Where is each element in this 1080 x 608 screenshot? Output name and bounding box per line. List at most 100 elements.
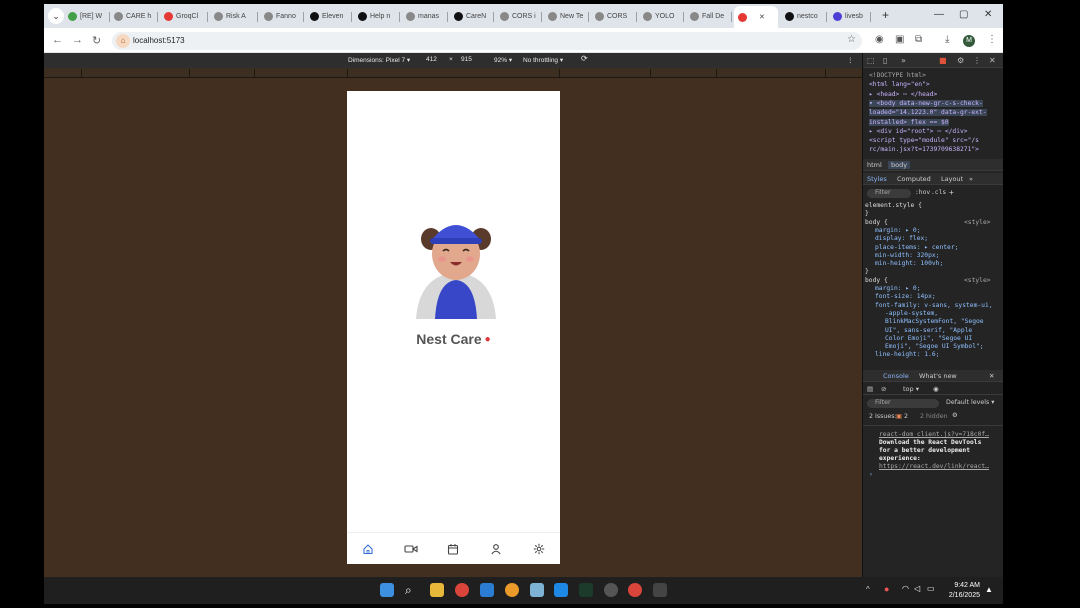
back-icon[interactable]: ← — [52, 34, 63, 46]
dom-node-line[interactable]: ▸ <div id="root"> ⋯ </div> — [869, 128, 968, 135]
devtools-more-icon[interactable]: ⋮ — [973, 56, 981, 65]
tab-computed[interactable]: Computed — [897, 175, 931, 183]
notes-extension-icon[interactable]: ▣ — [895, 34, 904, 45]
browser-tab[interactable]: livesb — [829, 7, 871, 26]
log-link[interactable]: https://react.dev/link/react… — [879, 463, 1002, 470]
vscode-icon[interactable] — [554, 583, 568, 597]
css-rule-line[interactable]: -apple-system, — [885, 310, 938, 317]
css-rule-line[interactable]: Emoji", "Segoe UI Symbol"; — [885, 343, 984, 350]
browser-tab[interactable]: ✕ — [734, 6, 778, 28]
css-rule-line[interactable]: element.style { — [865, 202, 922, 209]
sidebar-toggle-icon[interactable]: ▤ — [867, 385, 873, 393]
video-icon[interactable] — [404, 542, 418, 556]
dom-node-line[interactable]: <!DOCTYPE html> — [869, 72, 926, 79]
volume-icon[interactable]: ◁ — [914, 584, 920, 593]
css-rule-line[interactable]: font-family: v-sans, system-ui, — [875, 302, 993, 309]
dom-node-line[interactable]: ▾ <body data-new-gr-c-s-check- — [869, 99, 983, 107]
tab-console[interactable]: Console — [883, 372, 909, 380]
css-rule-line[interactable]: body { — [865, 277, 888, 284]
profile-avatar[interactable]: M — [963, 35, 975, 47]
browser-tab[interactable]: CARE h — [110, 7, 158, 26]
tab-styles[interactable]: Styles — [867, 175, 887, 183]
tab-more[interactable]: » — [969, 175, 973, 183]
crumb-body[interactable]: body — [888, 161, 911, 169]
chrome-canary-icon[interactable] — [505, 583, 519, 597]
levels-select[interactable]: Default levels ▾ — [946, 399, 994, 406]
notification-icon[interactable]: ▲ — [985, 585, 993, 594]
issue-badge-icon[interactable]: ▣ — [896, 413, 902, 420]
rotate-icon[interactable]: ⟳ — [581, 54, 588, 63]
dimensions-select[interactable]: Dimensions: Pixel 7 ▾ — [348, 56, 410, 64]
browser-tab[interactable]: GroqCl — [160, 7, 208, 26]
file-explorer-icon[interactable] — [430, 583, 444, 597]
microphone-icon[interactable]: ● — [884, 584, 889, 594]
live-expression-icon[interactable]: ◉ — [933, 385, 939, 393]
css-rule-line[interactable]: display: flex; — [875, 235, 928, 242]
width-input[interactable]: 412 — [426, 56, 437, 63]
css-rule-line[interactable]: place-items: ▸ center; — [875, 244, 958, 251]
new-tab-button[interactable]: + — [882, 8, 889, 22]
css-rule-line[interactable]: margin: ▸ 0; — [875, 285, 921, 292]
css-rule-line[interactable]: } — [865, 210, 869, 217]
browser-tab[interactable]: Fanno — [260, 7, 304, 26]
zoom-select[interactable]: 92% ▾ — [494, 56, 512, 64]
issues-icon[interactable]: ■ — [939, 56, 947, 65]
overflow-arrow-icon[interactable]: ^ — [866, 585, 870, 594]
hov-toggle[interactable]: :hov — [915, 189, 930, 196]
clear-console-icon[interactable]: ⊘ — [881, 385, 886, 393]
style-source-link[interactable]: <style> — [964, 277, 991, 284]
browser-tab[interactable]: Fall De — [686, 7, 732, 26]
style-source-link[interactable]: <style> — [964, 219, 991, 226]
css-rule-line[interactable]: line-height: 1.6; — [875, 351, 939, 358]
battery-icon[interactable]: ▭ — [927, 584, 935, 593]
minimize-button[interactable]: — — [934, 9, 944, 20]
css-rule-line[interactable]: } — [865, 268, 869, 275]
command-prompt-icon[interactable] — [653, 583, 667, 597]
new-rule-icon[interactable]: + — [949, 188, 954, 197]
close-window-button[interactable]: ✕ — [984, 9, 992, 20]
reload-icon[interactable]: ↻ — [92, 34, 101, 47]
user-icon[interactable] — [489, 542, 503, 556]
device-more-icon[interactable]: ⋮ — [847, 56, 854, 64]
chrome-profile-icon[interactable] — [628, 583, 642, 597]
mail-icon[interactable] — [480, 583, 494, 597]
dom-node-line[interactable]: rc/main.jsx?t=1739709638271"> — [869, 146, 979, 153]
system-clock[interactable]: 9:42 AM 2/16/2025 — [944, 581, 980, 601]
throttling-select[interactable]: No throttling ▾ — [523, 56, 563, 64]
log-source-link[interactable]: react-dom_client.js?v=718c0f… — [879, 431, 1002, 438]
devtools-settings-icon[interactable]: ⚙ — [957, 56, 964, 65]
inspect-element-icon[interactable]: ⬚ — [867, 56, 875, 65]
browser-tab[interactable]: CORS i — [496, 7, 542, 26]
home-icon[interactable] — [361, 542, 375, 556]
bookmark-star-icon[interactable]: ☆ — [847, 34, 856, 45]
css-rule-line[interactable]: UI", sans-serif, "Apple — [885, 327, 972, 334]
dom-node-line[interactable]: <script type="module" src="/s — [869, 137, 979, 144]
browser-tab[interactable]: Help n — [354, 7, 400, 26]
search-icon[interactable]: ⌕ — [405, 583, 419, 597]
settings-icon[interactable] — [532, 542, 546, 556]
downloads-icon[interactable]: ⤓ — [945, 34, 949, 45]
console-prompt[interactable]: › — [869, 471, 873, 478]
close-devtools-icon[interactable]: ✕ — [989, 56, 996, 65]
extension-icon[interactable]: ◉ — [875, 34, 884, 45]
dom-node-line[interactable]: installed> flex == $0 — [869, 118, 949, 126]
terminal-app-icon[interactable] — [579, 583, 593, 597]
browser-tab[interactable]: Eleven — [306, 7, 352, 26]
wifi-icon[interactable]: ◠ — [902, 584, 909, 593]
css-rule-line[interactable]: min-width: 320px; — [875, 252, 939, 259]
browser-tab[interactable]: nestco — [781, 7, 827, 26]
chrome-icon[interactable] — [455, 583, 469, 597]
dom-node-line[interactable]: <html lang="en"> — [869, 81, 930, 88]
crumb-html[interactable]: html — [867, 161, 882, 169]
issue-count[interactable]: 2 — [904, 413, 908, 420]
css-rule-line[interactable]: body { — [865, 219, 888, 226]
css-rule-line[interactable]: BlinkMacSystemFont, "Segoe — [885, 318, 984, 325]
css-rule-line[interactable]: margin: ▸ 0; — [875, 227, 921, 234]
browser-tab[interactable]: manas — [402, 7, 448, 26]
device-toggle-icon[interactable]: ▯ — [883, 56, 887, 65]
tab-layout[interactable]: Layout — [941, 175, 963, 183]
browser-tab[interactable]: [RE] W — [64, 7, 110, 26]
cls-toggle[interactable]: .cls — [931, 189, 946, 196]
browser-tab[interactable]: YOLO — [639, 7, 684, 26]
browser-tab[interactable]: Risk A — [210, 7, 258, 26]
